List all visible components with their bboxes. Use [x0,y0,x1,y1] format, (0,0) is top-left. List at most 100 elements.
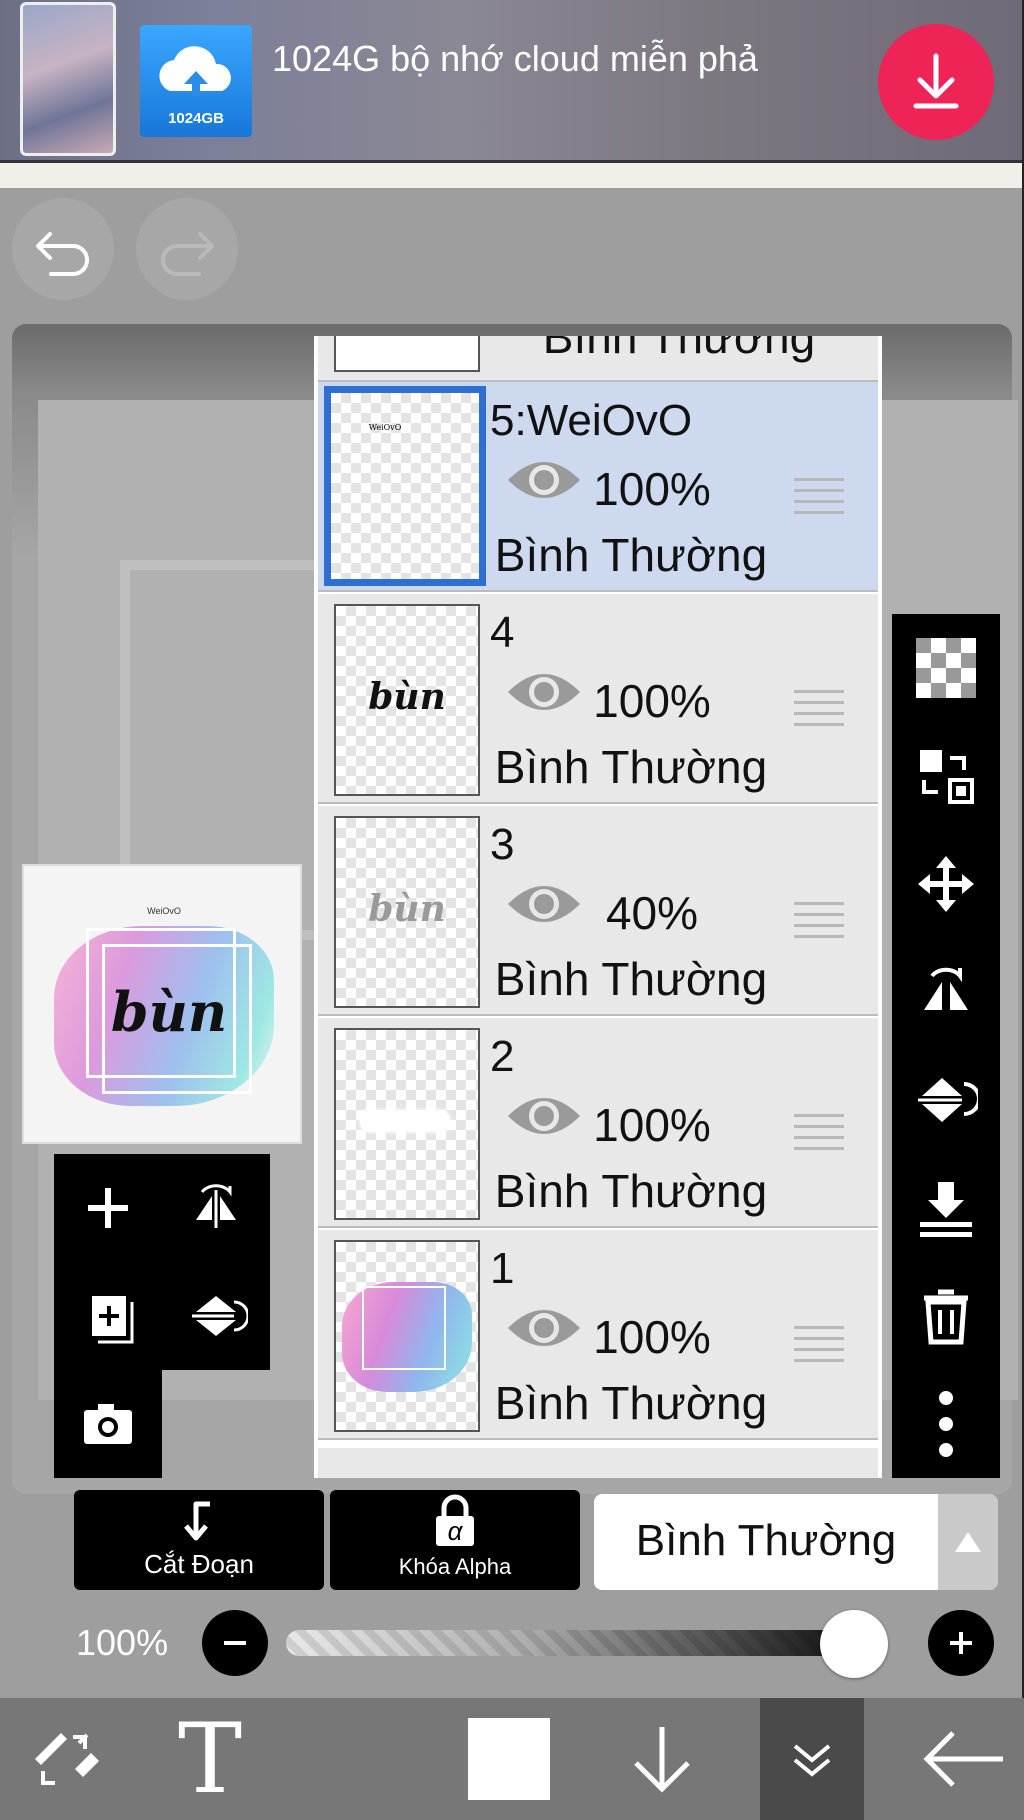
back-button[interactable] [914,1698,1014,1820]
move-icon [918,856,974,912]
layer-blend-mode: Bình Thường [542,336,816,363]
layer-thumbnail [334,336,480,372]
merge-down-button[interactable] [892,1154,1000,1262]
add-layer-button[interactable] [54,1154,162,1262]
clipping-button[interactable]: Cắt Đoạn [74,1490,324,1590]
drag-handle-icon[interactable] [794,690,844,734]
layer-row-partial[interactable]: Bình Thường [318,336,878,382]
layer-name: 3 [490,820,515,869]
layer-thumb-text: bùn [368,888,446,930]
minus-icon [224,1641,246,1645]
white-shape [360,1110,450,1132]
delete-layer-button[interactable] [892,1262,1000,1370]
double-chevron-down-icon [793,1744,831,1777]
trash-icon [924,1289,968,1345]
layer-opacity: 40% [605,887,699,939]
layer-row-1[interactable]: 1 100% Bình Thường [318,1230,878,1440]
redo-button[interactable] [136,198,238,300]
layer-thumbnail: WeiOvO [324,386,486,586]
flip-vertical-button[interactable] [162,1262,270,1370]
layer-actions-toolbar [892,614,1000,1478]
flip-v-icon [918,1078,978,1122]
drag-handle-icon[interactable] [794,902,844,946]
layer-name: 2 [490,1032,515,1081]
layer-panel-footer [318,1448,878,1478]
camera-button[interactable] [54,1370,162,1478]
redo-icon [161,232,214,276]
add-layer-icon [88,1188,128,1228]
flip-vertical-layer-button[interactable] [892,1046,1000,1154]
layer-thumb-text: WeiOvO [368,423,402,432]
canvas-preview[interactable]: WeiOvO bùn [22,864,302,1144]
layer-blend-mode: Bình Thường [494,529,768,581]
triangle-up-icon [955,1532,981,1552]
preview-small-text: WeiOvO [147,906,181,916]
ad-banner[interactable]: 1024GB 1024G bộ nhớ cloud miễn phả [0,0,1024,160]
camera-icon [84,1404,132,1444]
layer-name: 4 [490,608,515,657]
layer-row-2[interactable]: 2 100% Bình Thường [318,1018,878,1228]
layer-tool-palette [54,1154,270,1370]
alpha-lock-label: Khóa Alpha [398,1554,512,1579]
blend-mode-dropdown-button[interactable] [938,1494,998,1590]
reference-button[interactable] [892,722,1000,830]
layer-thumb-text: bùn [368,676,446,718]
reference-icon [920,750,974,804]
alpha-symbol: α [447,1516,463,1546]
color-swatch-button[interactable] [468,1698,550,1820]
flip-horizontal-layer-button[interactable] [892,938,1000,1046]
layer-opacity: 100% [593,675,711,727]
alpha-lock-button[interactable]: α Khóa Alpha [330,1490,580,1590]
transparent-fill-button[interactable] [892,614,1000,722]
layer-opacity: 100% [593,463,711,515]
flip-horizontal-button[interactable] [162,1154,270,1262]
blend-mode-value: Bình Thường [635,1516,897,1565]
flip-vertical-icon [192,1296,248,1336]
drag-handle-icon[interactable] [794,478,844,522]
copy-layer-icon [92,1296,134,1344]
merge-down-icon [920,1182,972,1237]
ad-download-button[interactable] [878,24,994,140]
layer-tool-palette-camera [54,1370,162,1478]
undo-icon [36,232,89,276]
move-button[interactable] [892,830,1000,938]
opacity-value: 100% [76,1622,169,1663]
ad-divider [0,160,1024,188]
transform-tool-icon [35,1733,99,1785]
layer-opacity: 100% [593,1099,711,1151]
plus-icon [950,1632,972,1654]
layer-thumbnail: bùn [334,816,480,1008]
transform-tool-button[interactable] [10,1698,120,1820]
layer-row-3[interactable]: bùn 3 40% Bình Thường [318,806,878,1016]
drag-handle-icon[interactable] [794,1326,844,1370]
cloud-label: 1024GB [168,110,224,127]
layer-blend-mode: Bình Thường [494,741,768,793]
more-icon [939,1391,953,1457]
copy-layer-button[interactable] [54,1262,162,1370]
flip-horizontal-icon [196,1184,236,1228]
layer-thumbnail: bùn [334,604,480,796]
opacity-increase-button[interactable] [928,1610,994,1676]
undo-button[interactable] [12,198,114,300]
layer-blend-mode: Bình Thường [494,1377,768,1429]
layer-row-4[interactable]: bùn 4 100% Bình Thường [318,594,878,804]
layer-row-5[interactable]: WeiOvO 5:WeiOvO 100% Bình Thường [318,382,878,592]
opacity-slider-thumb[interactable] [820,1610,888,1678]
bottom-toolbar: T [0,1698,1024,1820]
layer-blend-mode: Bình Thường [494,953,768,1005]
ad-text: 1024G bộ nhớ cloud miễn phả [272,38,758,79]
layer-thumbnail [334,1028,480,1220]
layer-panel[interactable]: Bình Thường WeiOvO 5:WeiOvO 100% Bình Th… [314,336,882,1478]
opacity-decrease-button[interactable] [202,1610,268,1676]
collapse-panel-button[interactable] [760,1698,864,1820]
text-tool-button[interactable]: T [160,1698,260,1820]
flip-h-icon [924,967,968,1010]
more-options-button[interactable] [892,1370,1000,1478]
preview-title: bùn [110,980,228,1044]
drag-handle-icon[interactable] [794,1114,844,1158]
opacity-slider[interactable] [286,1630,886,1656]
blend-mode-select[interactable]: Bình Thường [594,1494,938,1590]
transparent-icon [916,638,976,698]
clip-arrow-icon [184,1501,210,1541]
arrow-down-button[interactable] [612,1698,712,1820]
